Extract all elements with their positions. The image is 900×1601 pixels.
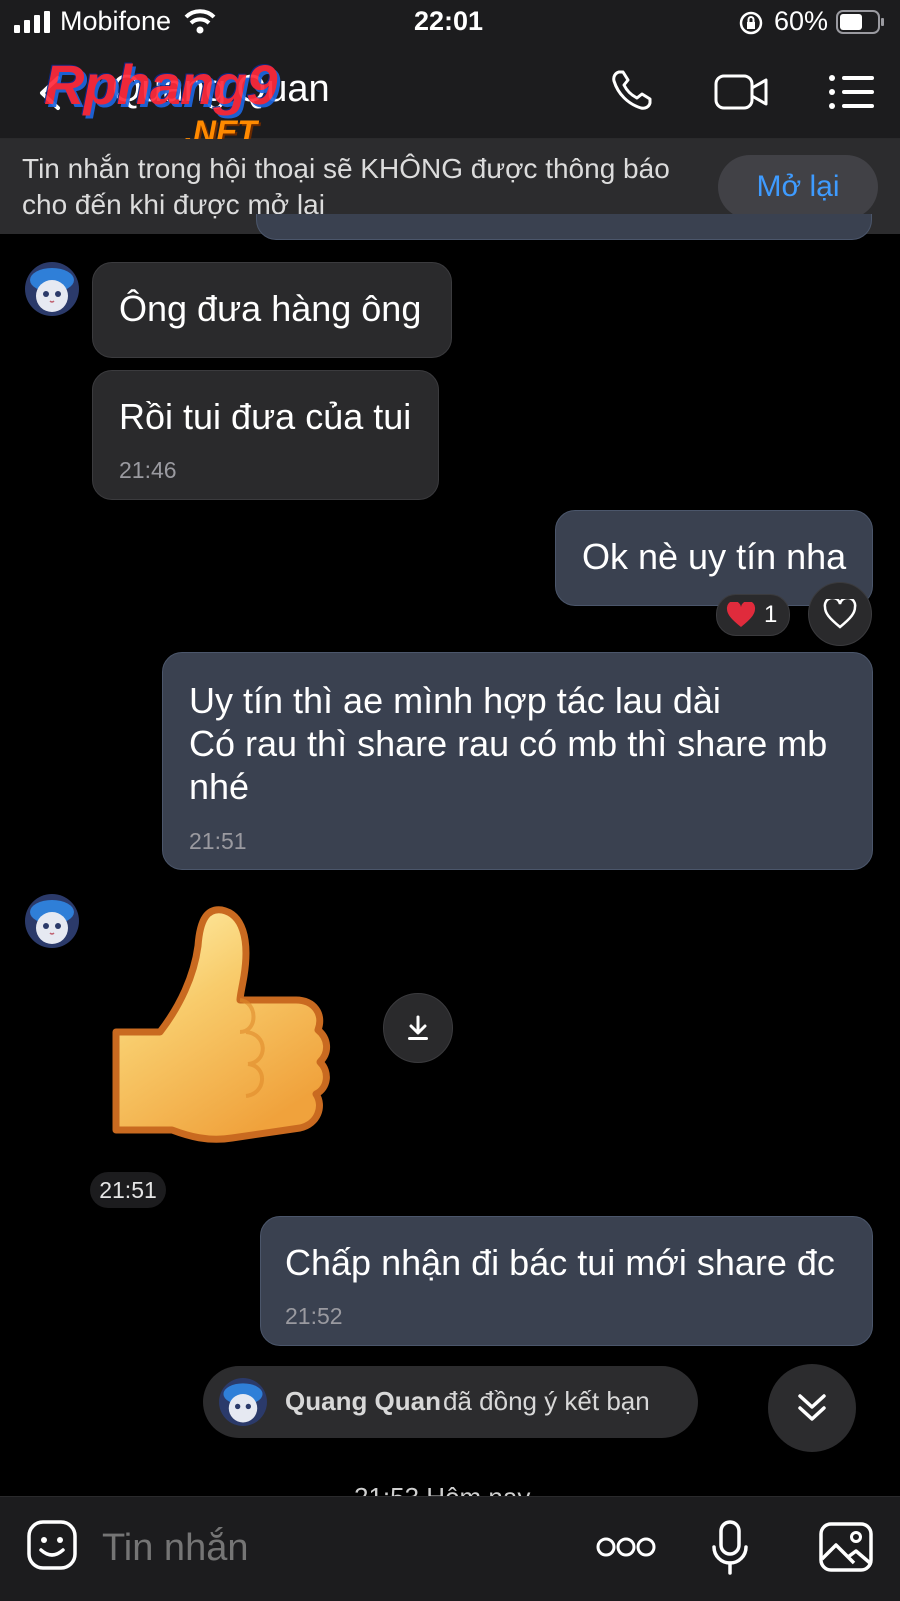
chat-header: Quang Quan Rphang9 .NET	[0, 46, 900, 150]
notice-action: đã đồng ý kết bạn	[443, 1386, 650, 1416]
heart-outline-icon	[823, 599, 857, 629]
message-bubble-incoming[interactable]: Ông đưa hàng ông	[92, 262, 452, 358]
message-time: 21:51	[90, 1172, 166, 1208]
mute-banner-text: Tin nhắn trong hội thoại sẽ KHÔNG được t…	[22, 153, 670, 220]
message-input-bar	[0, 1496, 900, 1601]
download-button[interactable]	[383, 993, 453, 1063]
friend-accepted-notice: Quang Quan đã đồng ý kết bạn	[203, 1366, 698, 1438]
cat-avatar-icon	[219, 1378, 267, 1426]
cat-avatar-icon	[25, 262, 79, 316]
scroll-to-bottom-button[interactable]	[768, 1364, 856, 1452]
reaction-badge[interactable]: 1	[716, 594, 790, 636]
image-gallery-icon[interactable]	[818, 1521, 874, 1573]
message-text: Uy tín thì ae mình hợp tác lau dài Có ra…	[189, 680, 828, 807]
message-bubble-outgoing[interactable]: Chấp nhận đi bác tui mới share đc 21:52	[260, 1216, 873, 1346]
unmute-button[interactable]: Mở lại	[718, 155, 878, 219]
thumbs-up-sticker[interactable]	[108, 900, 338, 1152]
message-time: 21:52	[285, 1303, 343, 1329]
avatar[interactable]	[25, 894, 79, 948]
chevron-double-down-icon	[798, 1394, 826, 1421]
signal-icon	[14, 11, 50, 33]
message-bubble-incoming[interactable]: Rồi tui đưa của tui 21:46	[92, 370, 439, 500]
carrier-label: Mobifone	[60, 6, 172, 36]
emoji-icon[interactable]	[26, 1519, 78, 1571]
message-text: Chấp nhận đi bác tui mới share đc	[285, 1242, 835, 1283]
rotation-lock-icon	[739, 11, 763, 35]
battery-icon	[836, 10, 884, 34]
message-time: 21:46	[119, 457, 177, 483]
video-call-icon[interactable]	[714, 72, 770, 112]
status-bar: Mobifone 22:01 60%	[0, 0, 900, 46]
wifi-icon	[184, 9, 216, 34]
previous-message-bubble	[256, 214, 872, 240]
heart-reaction-icon	[726, 602, 756, 627]
react-button[interactable]	[808, 582, 872, 646]
avatar	[219, 1378, 267, 1426]
phone-icon[interactable]	[606, 66, 656, 116]
message-text: Ok nè uy tín nha	[582, 536, 847, 577]
message-text: Ông đưa hàng ông	[119, 288, 422, 329]
watermark-logo: Rphang9	[44, 53, 278, 116]
battery-percent: 60%	[774, 6, 829, 36]
more-icon[interactable]	[596, 1535, 656, 1559]
message-text: Rồi tui đưa của tui	[119, 396, 412, 437]
avatar[interactable]	[25, 262, 79, 316]
download-icon	[408, 1015, 428, 1040]
cat-avatar-icon	[25, 894, 79, 948]
clock: 22:01	[414, 6, 484, 36]
message-time: 21:51	[189, 828, 247, 854]
reaction-count: 1	[764, 601, 778, 628]
microphone-icon[interactable]	[710, 1519, 750, 1577]
message-bubble-outgoing[interactable]: Uy tín thì ae mình hợp tác lau dài Có ra…	[162, 652, 873, 870]
message-input[interactable]	[100, 1519, 564, 1577]
notice-name: Quang Quan	[285, 1386, 441, 1416]
menu-icon[interactable]	[828, 74, 876, 110]
